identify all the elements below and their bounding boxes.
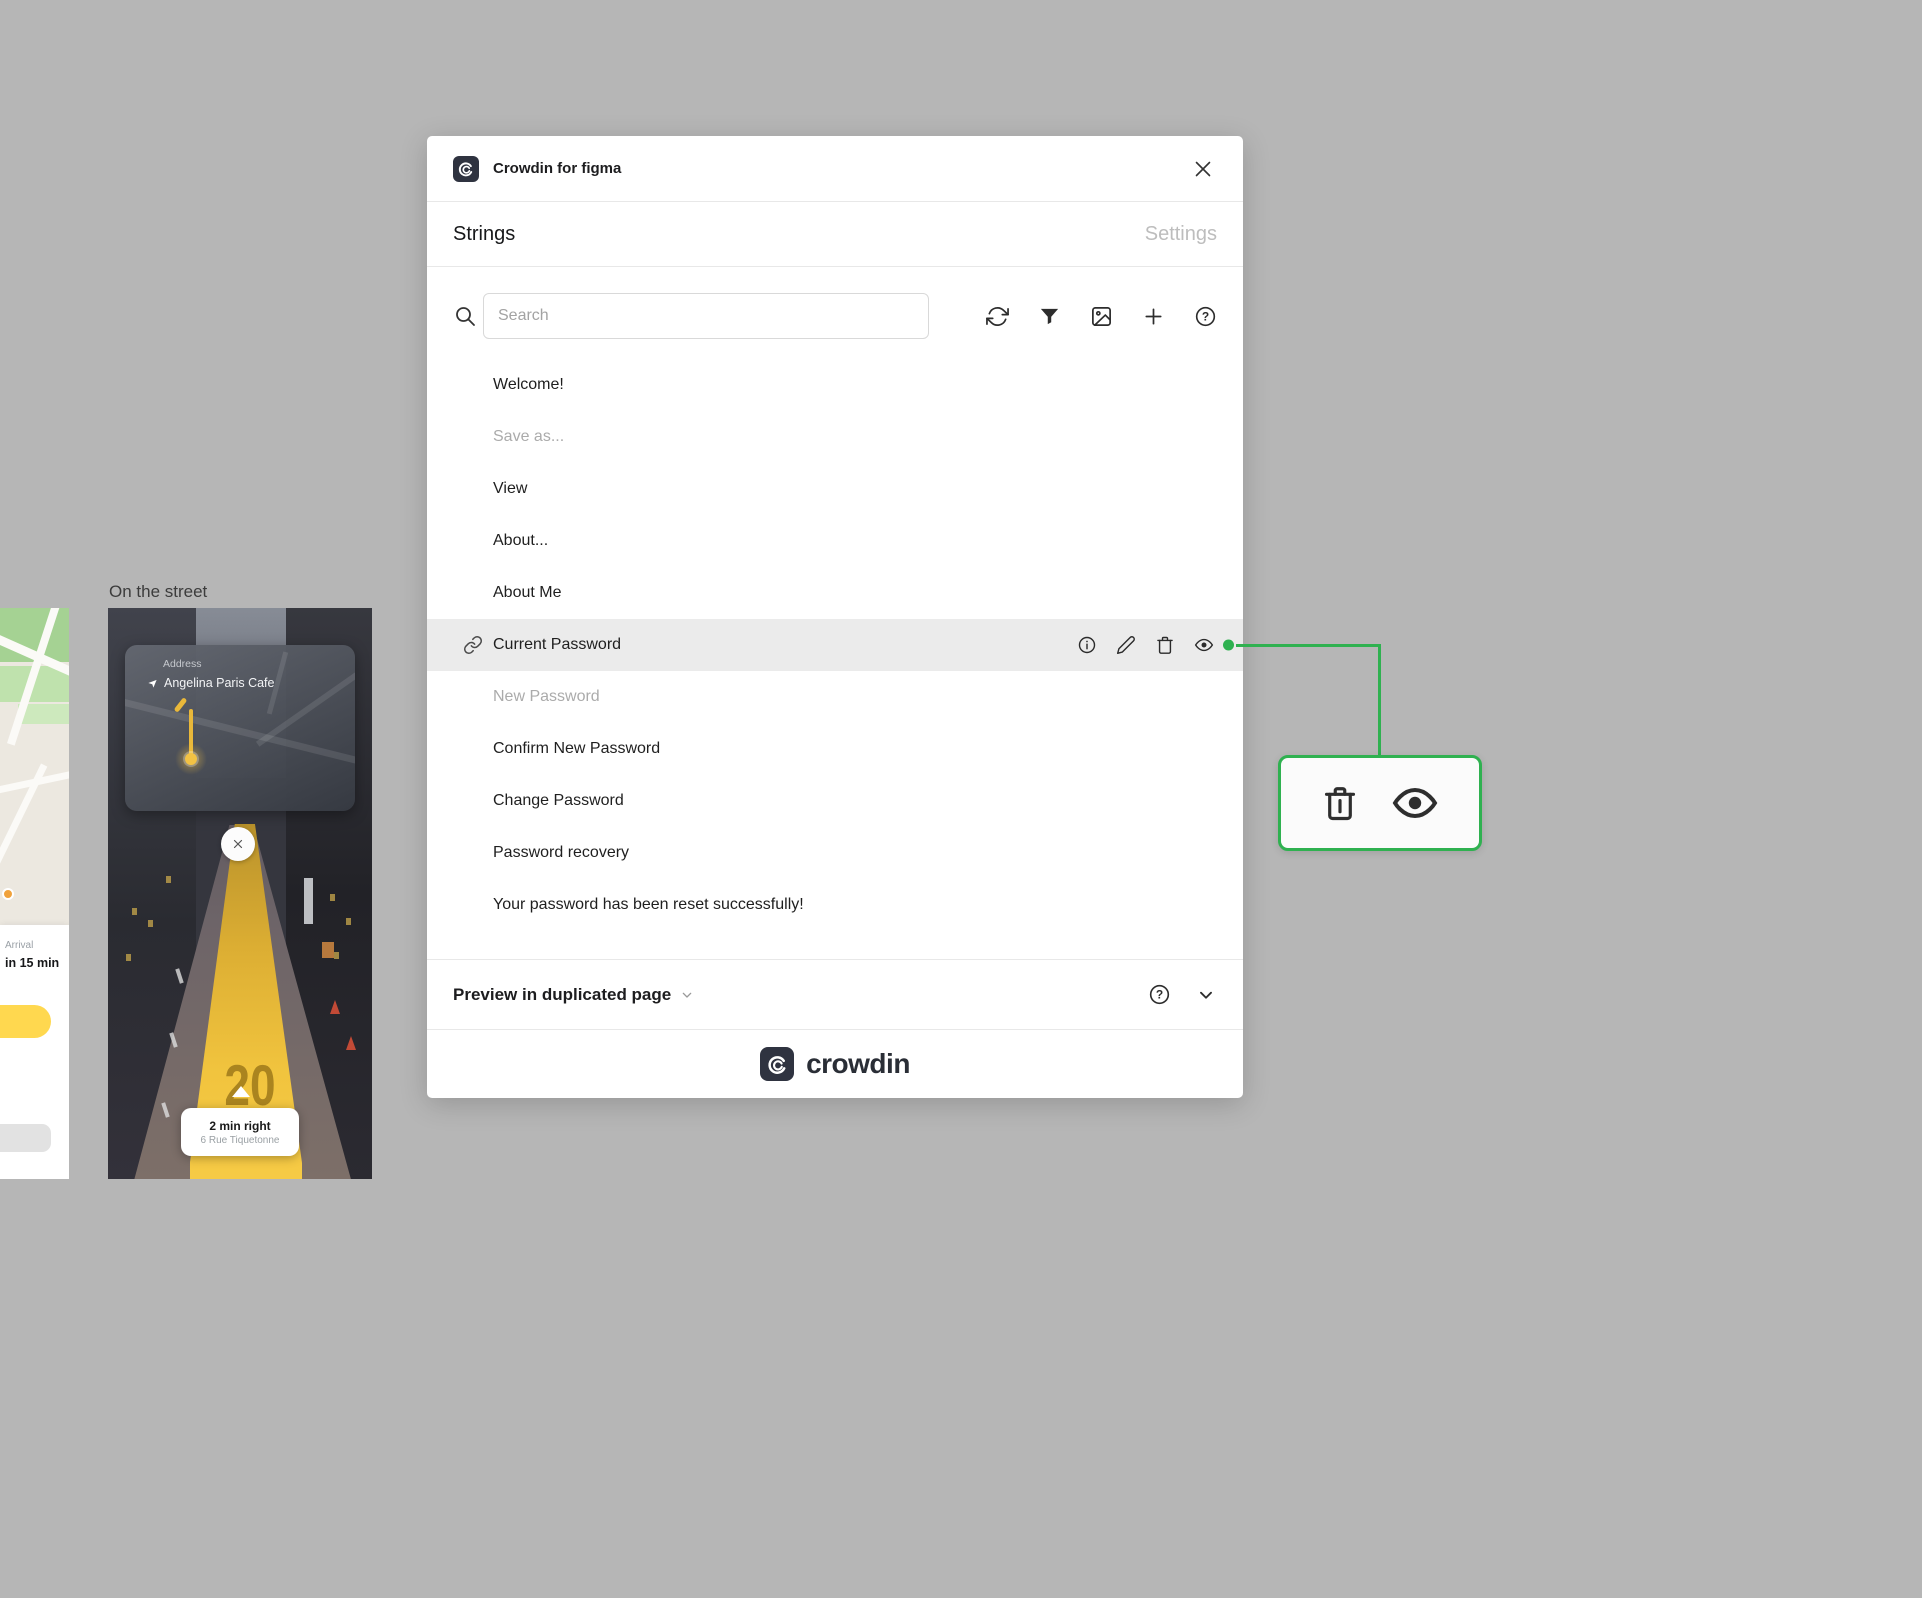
close-icon[interactable]	[1189, 155, 1217, 183]
direction-subtitle: 6 Rue Tiquetonne	[200, 1134, 280, 1146]
street-sign	[322, 942, 334, 958]
navigation-arrow-icon	[147, 678, 158, 689]
building-window	[166, 876, 171, 883]
string-label: Welcome!	[493, 376, 564, 393]
map-location-dot	[2, 888, 14, 900]
link-icon	[463, 635, 483, 655]
preview-mode-select[interactable]: Preview in duplicated page	[453, 985, 671, 1005]
delete-icon[interactable]	[1155, 635, 1175, 655]
address-value: Angelina Paris Cafe	[164, 676, 275, 690]
crowdin-wordmark: crowdin	[806, 1048, 910, 1079]
svg-text:?: ?	[1202, 309, 1209, 323]
svg-text:?: ?	[1156, 988, 1163, 1002]
string-label: About Me	[493, 584, 562, 601]
help-icon[interactable]: ?	[1148, 983, 1171, 1006]
refresh-icon[interactable]	[986, 305, 1009, 328]
current-location-dot	[185, 753, 197, 765]
preview-bar: Preview in duplicated page ?	[427, 959, 1243, 1029]
hide-icon[interactable]	[1194, 635, 1214, 655]
building-window	[334, 952, 339, 959]
minimap-road	[125, 697, 355, 768]
string-row[interactable]: About...	[427, 515, 1243, 567]
building-window	[126, 954, 131, 961]
string-row-current-password[interactable]: Current Password	[427, 619, 1243, 671]
address-map-card: Address Angelina Paris Cafe	[125, 645, 355, 811]
figma-canvas: Arrival in 15 min On the street 20 Addre…	[0, 0, 1922, 1598]
string-row[interactable]: View	[427, 463, 1243, 515]
plugin-header: Crowdin for figma	[427, 136, 1243, 202]
string-label: Your password has been reset successfull…	[493, 896, 804, 913]
string-label: New Password	[493, 688, 600, 705]
connector-dot	[1223, 639, 1234, 651]
map-app-frame[interactable]: Arrival in 15 min	[0, 608, 69, 1179]
help-icon[interactable]: ?	[1194, 305, 1217, 328]
delete-icon	[1321, 784, 1359, 822]
image-upload-icon[interactable]	[1090, 305, 1113, 328]
connector-line	[1236, 644, 1380, 647]
crowdin-logo-icon	[760, 1047, 795, 1081]
string-label: Confirm New Password	[493, 740, 661, 757]
string-row[interactable]: Save as...	[427, 411, 1243, 463]
edit-icon[interactable]	[1116, 635, 1136, 655]
add-string-icon[interactable]	[1142, 305, 1165, 328]
hide-icon	[1391, 779, 1439, 827]
arrival-value: in 15 min	[5, 956, 60, 970]
tab-strings[interactable]: Strings	[453, 223, 515, 246]
arrival-panel: Arrival in 15 min	[0, 925, 69, 1179]
direction-card: 2 min right 6 Rue Tiquetonne	[181, 1108, 299, 1156]
crowdin-plugin-window: Crowdin for figma Strings Settings Searc…	[427, 136, 1243, 1098]
traffic-cone	[330, 1000, 340, 1014]
string-label: Current Password	[493, 636, 622, 653]
chevron-down-icon[interactable]	[679, 987, 695, 1003]
string-row[interactable]: Password recovery	[427, 827, 1243, 879]
traffic-cone	[346, 1036, 356, 1050]
search-toolbar: ?	[453, 293, 1217, 339]
address-label: Address	[163, 658, 202, 670]
building-window	[346, 918, 351, 925]
crowdin-logo-icon	[453, 155, 479, 182]
direction-title: 2 min right	[209, 1118, 271, 1133]
search-icon	[453, 304, 477, 328]
primary-action-button	[0, 1005, 51, 1038]
string-row[interactable]: Confirm New Password	[427, 723, 1243, 775]
building-window	[148, 920, 153, 927]
strings-panel: ? Welcome! Save as... View About... Abou…	[427, 267, 1243, 959]
route-pin	[173, 697, 188, 713]
search-input[interactable]	[483, 293, 929, 339]
collapse-chevron-icon[interactable]	[1195, 984, 1217, 1006]
string-row[interactable]: Welcome!	[427, 359, 1243, 411]
string-row[interactable]: Change Password	[427, 775, 1243, 827]
string-label: View	[493, 480, 528, 497]
string-label: Change Password	[493, 792, 624, 809]
route-arrow	[232, 1086, 250, 1097]
string-row[interactable]: About Me	[427, 567, 1243, 619]
plugin-title: Crowdin for figma	[493, 160, 622, 177]
arrival-label: Arrival	[5, 940, 34, 951]
string-label: About...	[493, 532, 549, 549]
actions-callout	[1278, 755, 1482, 851]
tab-settings[interactable]: Settings	[1145, 223, 1217, 246]
filter-icon[interactable]	[1038, 305, 1061, 328]
strings-list: Welcome! Save as... View About... About …	[427, 359, 1243, 931]
street-sign	[304, 878, 313, 924]
building-window	[132, 908, 137, 915]
secondary-placeholder	[0, 1124, 51, 1152]
crowdin-brand-bar: crowdin	[427, 1029, 1243, 1098]
string-label: Save as...	[493, 428, 565, 445]
tab-bar: Strings Settings	[427, 202, 1243, 267]
building-window	[330, 894, 335, 901]
string-row[interactable]: New Password	[427, 671, 1243, 723]
string-label: Password recovery	[493, 844, 630, 861]
close-card-button	[221, 827, 255, 861]
ar-navigation-frame[interactable]: 20 Address Angelina Paris Cafe 2 min rig…	[108, 608, 372, 1179]
artboard-label[interactable]: On the street	[109, 582, 207, 602]
string-row[interactable]: Your password has been reset successfull…	[427, 879, 1243, 931]
info-icon[interactable]	[1077, 635, 1097, 655]
connector-line	[1378, 644, 1381, 758]
